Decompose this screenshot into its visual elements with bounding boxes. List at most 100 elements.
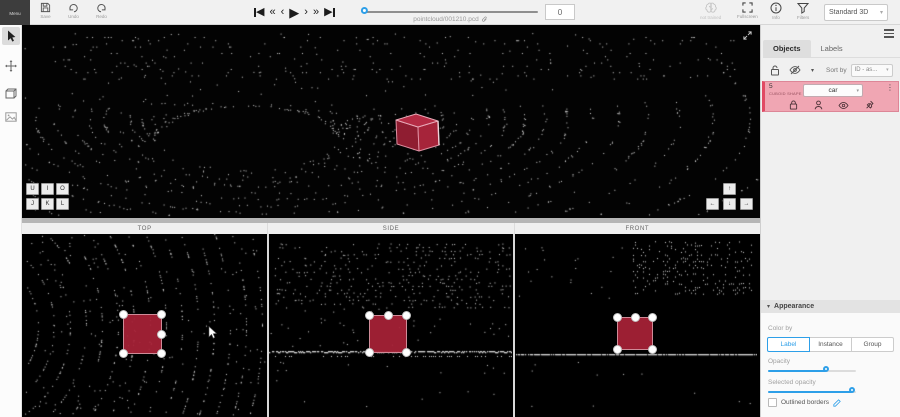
- redo-button[interactable]: Redo: [96, 2, 107, 19]
- not-trained-button[interactable]: not trained: [700, 2, 721, 20]
- resize-handle[interactable]: [402, 311, 411, 320]
- play-button[interactable]: ▶: [288, 6, 300, 19]
- key-i[interactable]: I: [41, 183, 54, 195]
- timeline-track: [363, 11, 538, 13]
- move-icon: [5, 60, 17, 72]
- arrow-down-button[interactable]: ↓: [723, 198, 736, 210]
- key-k[interactable]: K: [41, 198, 54, 210]
- object-pin-button[interactable]: [865, 100, 874, 110]
- menu-button[interactable]: Menu: [0, 0, 30, 25]
- sort-order-select[interactable]: ID - as... ▾: [851, 64, 893, 77]
- arrow-buttons: ← ↓ →: [706, 198, 753, 210]
- color-by-instance-button[interactable]: Instance: [809, 337, 852, 352]
- annotation-cuboid-3d[interactable]: [393, 110, 441, 152]
- resize-handle[interactable]: [384, 311, 393, 320]
- save-button[interactable]: Save: [40, 2, 51, 19]
- resize-handle[interactable]: [157, 349, 166, 358]
- menu-label: Menu: [9, 11, 20, 16]
- color-by-group-button[interactable]: Group: [851, 337, 894, 352]
- appearance-body: Color by Label Instance Group Opacity Se…: [761, 313, 900, 417]
- resize-handle[interactable]: [631, 313, 640, 322]
- front-view-panel: [513, 234, 760, 417]
- panel-menu-button[interactable]: [884, 29, 894, 38]
- key-l[interactable]: L: [56, 198, 69, 210]
- fast-backward-button[interactable]: «: [268, 7, 276, 18]
- image-icon: [5, 112, 17, 122]
- color-by-label: Color by: [768, 325, 792, 332]
- resize-handle[interactable]: [119, 349, 128, 358]
- paperclip-icon[interactable]: [481, 16, 488, 23]
- key-o[interactable]: O: [56, 183, 69, 195]
- chevron-down-icon: ▾: [767, 303, 770, 310]
- frame-number-input[interactable]: [545, 4, 575, 20]
- main-view-canvas[interactable]: [22, 25, 760, 218]
- fullscreen-icon: [742, 2, 753, 13]
- object-member-button[interactable]: [814, 100, 823, 110]
- filters-button[interactable]: Filters: [797, 2, 809, 20]
- filename-label: pointcloud/001210.pcd: [363, 16, 538, 23]
- main-3d-view: U I O J K L ↑ ← ↓ →: [22, 25, 760, 218]
- pencil-icon[interactable]: [833, 399, 841, 407]
- lock-all-button[interactable]: [770, 65, 780, 76]
- ortho-view-labels: TOP SIDE FRONT: [22, 223, 760, 234]
- outlined-borders-checkbox[interactable]: [768, 398, 777, 407]
- bbox-front-view[interactable]: [617, 317, 653, 350]
- object-list-item-selected[interactable]: 5 CUBOID SHAPE car ▾ ⋮: [762, 81, 899, 112]
- timeline-handle[interactable]: [361, 7, 368, 14]
- arrow-left-button[interactable]: ←: [706, 198, 719, 210]
- objects-filter-row: ▾ Sort by ID - as... ▾: [761, 61, 900, 79]
- filter-icon: [797, 2, 809, 14]
- cursor-icon: [6, 30, 16, 42]
- resize-handle[interactable]: [157, 330, 166, 339]
- outlined-borders-row: Outlined borders: [768, 398, 841, 407]
- bbox-side-view[interactable]: [369, 315, 407, 353]
- resize-handle[interactable]: [402, 348, 411, 357]
- selected-opacity-slider-handle[interactable]: [849, 387, 855, 393]
- arrow-right-button[interactable]: →: [740, 198, 753, 210]
- resize-handle[interactable]: [365, 311, 374, 320]
- appearance-header[interactable]: ▾ Appearance: [761, 300, 900, 313]
- object-class-select[interactable]: car ▾: [803, 84, 863, 97]
- resize-handle[interactable]: [157, 310, 166, 319]
- person-icon: [814, 100, 823, 110]
- selected-opacity-slider[interactable]: [768, 388, 856, 397]
- image-tool-button[interactable]: [2, 108, 20, 126]
- pan-tool-button[interactable]: [2, 57, 20, 75]
- opacity-slider-handle[interactable]: [823, 366, 829, 372]
- key-u[interactable]: U: [26, 183, 39, 195]
- lock-icon: [770, 65, 780, 76]
- skip-end-button[interactable]: ▶: [323, 7, 335, 18]
- step-forward-button[interactable]: ›: [303, 7, 309, 18]
- select-tool-button[interactable]: [2, 27, 20, 45]
- info-button[interactable]: Info: [770, 2, 782, 20]
- visibility-all-button[interactable]: [789, 65, 801, 75]
- skip-start-button[interactable]: ◀: [253, 7, 265, 18]
- resize-handle[interactable]: [119, 310, 128, 319]
- rotate-key-hints: U I O: [26, 183, 69, 195]
- object-id: 5: [769, 83, 773, 90]
- arrow-up-button[interactable]: ↑: [723, 183, 736, 195]
- object-visibility-button[interactable]: [838, 101, 849, 110]
- object-lock-button[interactable]: [789, 100, 798, 110]
- chevron-down-icon: ▾: [856, 88, 859, 94]
- expand-view-button[interactable]: [743, 31, 752, 40]
- tab-labels[interactable]: Labels: [811, 40, 853, 57]
- undo-button[interactable]: Undo: [68, 2, 79, 19]
- fullscreen-button[interactable]: Fullscreen: [737, 2, 758, 19]
- chevron-down-icon: ▾: [880, 9, 883, 16]
- fast-forward-button[interactable]: »: [312, 7, 320, 18]
- object-more-button[interactable]: ⋮: [883, 83, 897, 92]
- key-j[interactable]: J: [26, 198, 39, 210]
- bbox-top-view[interactable]: [123, 314, 162, 354]
- resize-handle[interactable]: [613, 313, 622, 322]
- step-back-button[interactable]: ‹: [280, 7, 286, 18]
- chevron-down-icon[interactable]: ▾: [811, 67, 814, 74]
- view-mode-select[interactable]: Standard 3D ▾: [824, 4, 888, 21]
- brain-icon: [705, 2, 717, 14]
- cuboid-tool-button[interactable]: [2, 84, 20, 102]
- opacity-slider[interactable]: [768, 367, 856, 376]
- cuboid-icon: [5, 88, 17, 99]
- tab-objects[interactable]: Objects: [763, 40, 811, 57]
- resize-handle[interactable]: [365, 348, 374, 357]
- color-by-label-button[interactable]: Label: [767, 337, 810, 352]
